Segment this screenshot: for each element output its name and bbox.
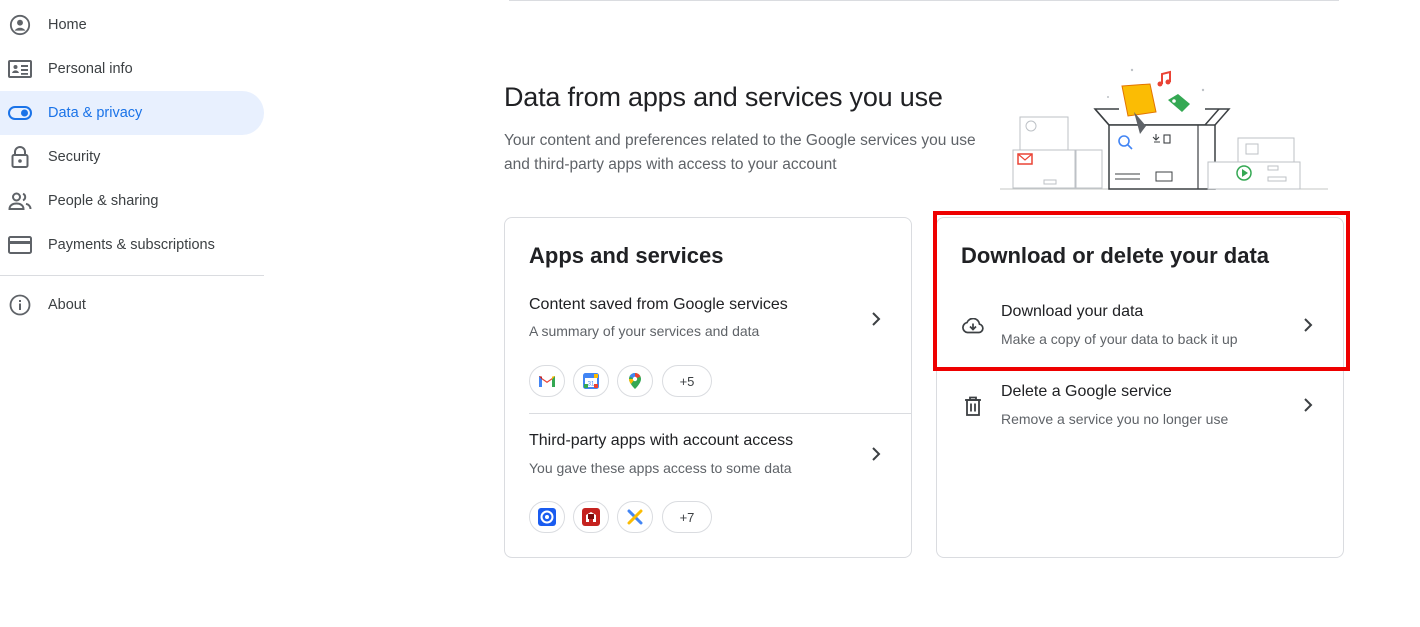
row-title: Download your data (1001, 303, 1144, 320)
section-description: Your content and preferences related to … (504, 132, 976, 173)
app-red-icon (573, 501, 609, 533)
toggle-icon (8, 102, 32, 124)
people-icon (8, 190, 32, 212)
credit-card-icon (8, 234, 32, 256)
third-party-apps-row[interactable]: Third-party apps with account access You… (505, 414, 911, 554)
download-your-data-row[interactable]: Download your data Make a copy of your d… (937, 288, 1343, 364)
row-title: Content saved from Google services (529, 296, 788, 313)
account-circle-icon (8, 14, 32, 36)
sidebar-divider (0, 275, 264, 276)
cloud-download-icon (961, 314, 985, 338)
sidebar-item-label: Payments & subscriptions (48, 237, 215, 253)
row-subtitle: You gave these apps access to some data (529, 460, 792, 476)
more-services-chip: +5 (662, 365, 712, 397)
trash-icon (961, 394, 985, 418)
sidebar-item-label: Home (48, 17, 87, 33)
gmail-icon (529, 365, 565, 397)
id-card-icon (8, 58, 32, 80)
download-delete-card: Download or delete your data Download yo… (936, 217, 1344, 558)
sidebar-item-payments[interactable]: Payments & subscriptions (0, 223, 264, 267)
sidebar-item-label: People & sharing (48, 193, 159, 209)
svg-text:31: 31 (588, 382, 595, 388)
row-title: Third-party apps with account access (529, 432, 794, 449)
row-title: Delete a Google service (1001, 383, 1172, 400)
chevron-right-icon (872, 447, 881, 461)
sidebar-item-personal-info[interactable]: Personal info (0, 47, 264, 91)
more-apps-chip: +7 (662, 501, 712, 533)
info-icon (8, 294, 32, 316)
sidebar-item-security[interactable]: Security (0, 135, 264, 179)
content-saved-row[interactable]: Content saved from Google services A sum… (505, 280, 911, 410)
sidebar-item-home[interactable]: Home (0, 3, 264, 47)
sidebar-item-label: About (48, 297, 86, 313)
sidebar-item-label: Data & privacy (48, 105, 143, 121)
lock-icon (8, 146, 32, 168)
delete-google-service-row[interactable]: Delete a Google service Remove a service… (937, 370, 1343, 446)
data-box-illustration (998, 62, 1330, 192)
row-subtitle: A summary of your services and data (529, 323, 760, 339)
maps-icon (617, 365, 653, 397)
card-title: Apps and services (529, 243, 724, 268)
top-divider (509, 0, 1339, 1)
app-x-icon (617, 501, 653, 533)
calendar-icon: 31 (573, 365, 609, 397)
chevron-right-icon (872, 312, 881, 326)
sidebar-item-label: Security (48, 149, 101, 165)
sidebar: Home Personal info Data & privacy Securi… (0, 0, 264, 627)
apps-services-card: Apps and services Content saved from Goo… (504, 217, 912, 558)
sidebar-item-label: Personal info (48, 61, 133, 77)
chevron-right-icon (1304, 318, 1313, 332)
sidebar-item-about[interactable]: About (0, 283, 264, 327)
app-target-icon (529, 501, 565, 533)
sidebar-item-data-privacy[interactable]: Data & privacy (0, 91, 264, 135)
row-subtitle: Make a copy of your data to back it up (1001, 331, 1238, 347)
card-title: Download or delete your data (961, 243, 1270, 268)
row-subtitle: Remove a service you no longer use (1001, 411, 1229, 427)
sidebar-item-people-sharing[interactable]: People & sharing (0, 179, 264, 223)
chevron-right-icon (1304, 398, 1313, 412)
section-title: Data from apps and services you use (504, 82, 943, 112)
